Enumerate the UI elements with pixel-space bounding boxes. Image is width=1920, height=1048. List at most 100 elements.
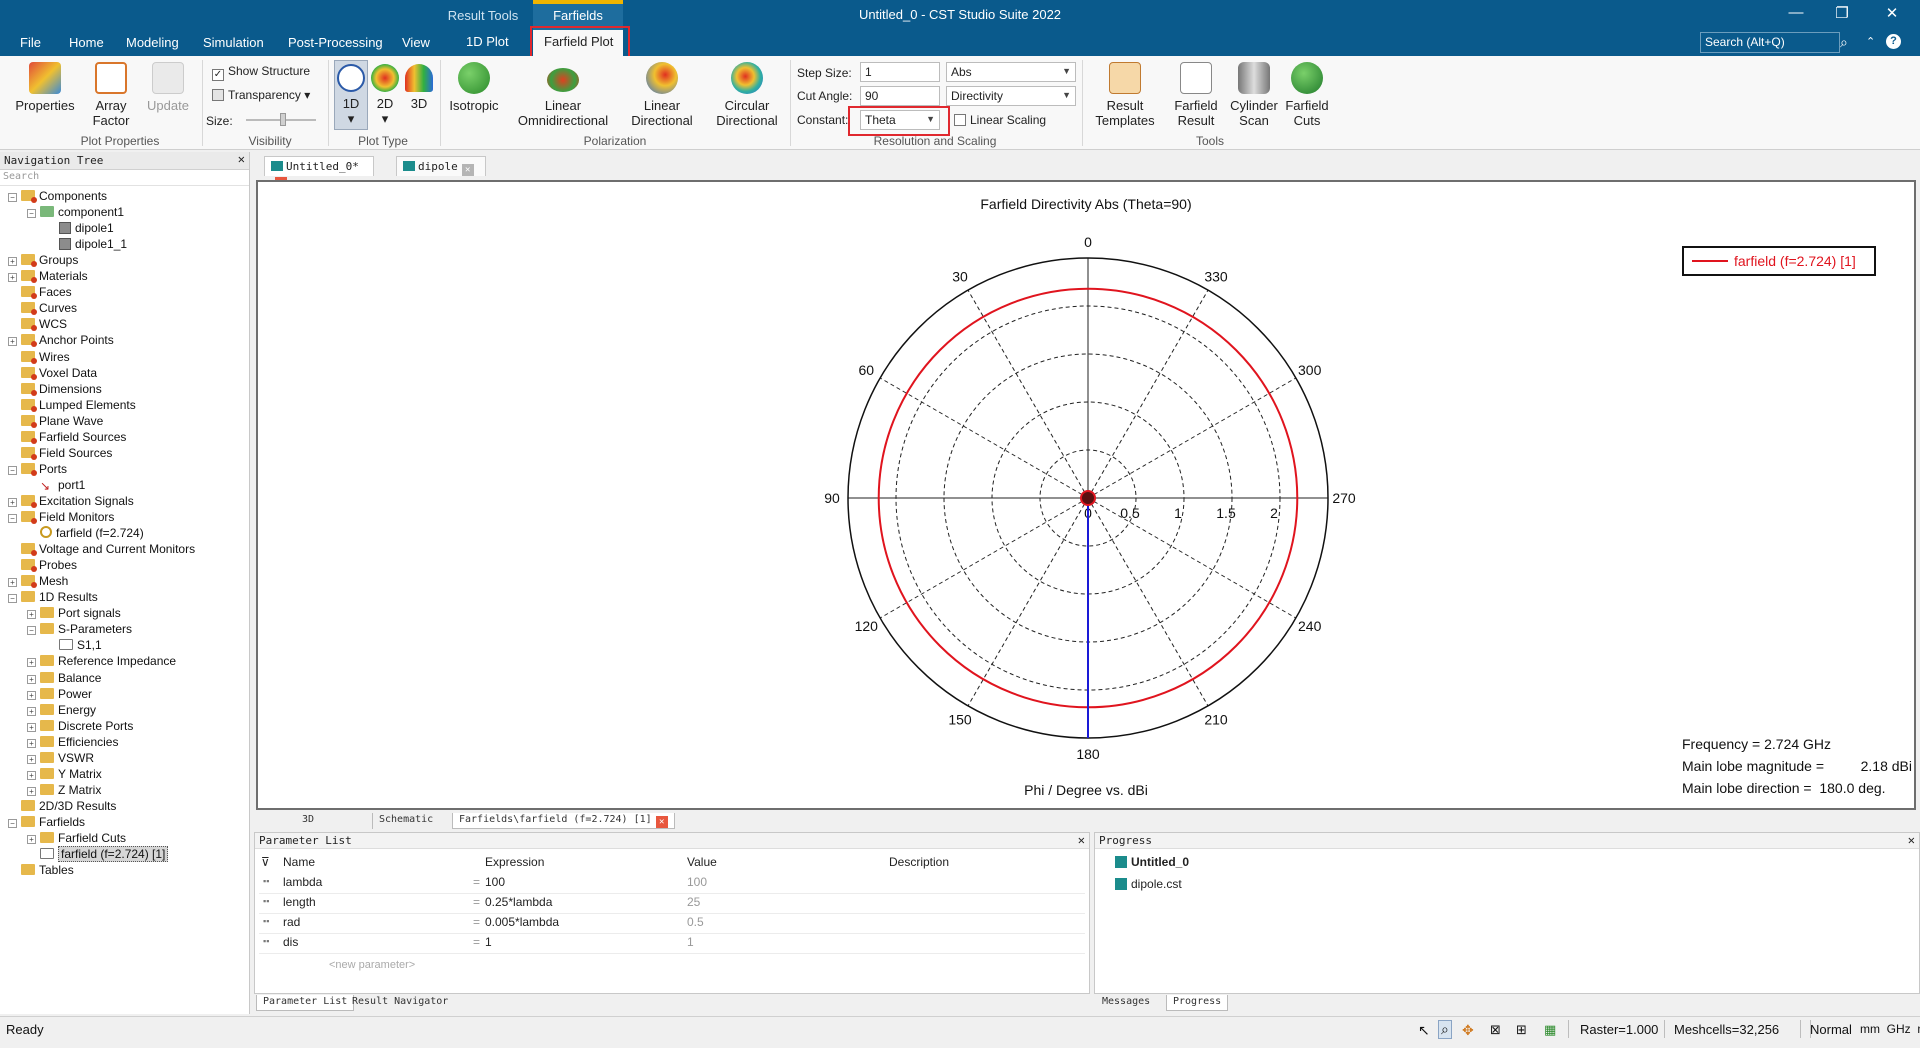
linear-scaling-checkbox[interactable]: Linear Scaling [954,113,1046,127]
tree-item[interactable]: − Field Monitors [8,509,114,525]
tree-item[interactable]: + Balance [27,670,101,686]
param-name[interactable]: rad [283,915,300,929]
plot-type-2d-button[interactable]: 2D ▾ [368,64,402,126]
tree-item[interactable]: − Ports [8,461,67,477]
collapse-icon[interactable]: − [8,465,17,475]
expand-icon[interactable]: + [27,786,36,796]
tree-item[interactable]: ↘ port1 [27,477,85,493]
collapse-icon[interactable]: − [8,594,17,604]
col-description[interactable]: Description [889,855,949,869]
tab-messages[interactable]: Messages [1096,995,1156,1011]
tree-item[interactable]: Field Sources [8,445,112,461]
step-size-input[interactable]: 1 [860,62,940,82]
expand-icon[interactable]: + [27,722,36,732]
tree-item[interactable]: − component1 [27,204,124,220]
new-parameter-row[interactable]: <new parameter> [329,959,415,971]
tree-item[interactable]: Tables [8,862,74,878]
farfield-polar-plot[interactable]: Farfield Directivity Abs (Theta=90) 0 330… [256,180,1916,810]
doc-tab-dipole[interactable]: dipole ✕ [396,156,486,176]
linear-directional-button[interactable]: Linear Directional [624,62,700,128]
param-name[interactable]: dis [283,935,298,949]
view-tab-farfields[interactable]: Farfields\farfield (f=2.724) [1] ✕ [452,813,675,829]
tree-item[interactable]: + Efficiencies [27,734,118,750]
tree-item[interactable]: − Farfields [8,814,85,830]
view-tab-3d[interactable]: 3D [296,813,320,829]
size-slider-handle[interactable] [280,113,286,126]
tree-item[interactable]: + Reference Impedance [27,653,176,669]
tree-item[interactable]: WCS [8,316,67,332]
collapse-icon[interactable]: − [27,626,36,636]
menu-post-processing[interactable]: Post-Processing [288,35,383,50]
col-expression[interactable]: Expression [485,855,544,869]
pan-icon[interactable]: ✥ [1462,1022,1474,1039]
nav-search-input[interactable]: Search [0,170,249,186]
tree-item[interactable]: + Excitation Signals [8,493,134,509]
collapse-icon[interactable]: − [8,514,17,523]
tree-item[interactable]: + Groups [8,252,78,268]
param-name[interactable]: length [283,895,316,909]
tree-item[interactable]: − 1D Results [8,589,98,605]
tree-item[interactable]: + Port signals [27,605,121,621]
fit-icon[interactable]: ⊠ [1490,1022,1501,1038]
search-input[interactable]: Search (Alt+Q) [1700,32,1840,53]
tree-item[interactable]: + Power [27,686,92,702]
tree-item[interactable]: Faces [8,284,72,300]
close-tab-icon[interactable]: ✕ [655,816,668,828]
expand-icon[interactable]: + [8,578,17,588]
maximize-button[interactable]: ❐ [1822,4,1862,26]
tree-item[interactable]: + Energy [27,702,96,718]
expand-icon[interactable]: + [27,674,36,684]
tree-item[interactable]: − S-Parameters [27,621,132,637]
expand-icon[interactable]: + [27,770,36,780]
cylinder-scan-button[interactable]: Cylinder Scan [1226,62,1282,128]
tree-item[interactable]: Plane Wave [8,413,103,429]
tree-item[interactable]: Voxel Data [8,365,97,381]
tree-item[interactable]: farfield (f=2.724) [1] [27,846,169,863]
collapse-icon[interactable]: − [8,193,17,202]
tree-item[interactable]: Wires [8,349,70,365]
tree-item[interactable]: dipole1_1 [46,236,127,252]
abs-dropdown[interactable]: Abs ▼ [946,62,1076,82]
properties-button[interactable]: Properties [12,62,78,113]
close-panel-icon[interactable]: ✕ [1908,833,1915,847]
tree-item[interactable]: Lumped Elements [8,397,136,413]
expand-icon[interactable]: + [8,337,17,347]
param-value[interactable]: 100 [687,875,707,889]
menu-modeling[interactable]: Modeling [126,35,179,50]
show-structure-checkbox[interactable]: ✓ Show Structure [212,64,310,81]
menu-view[interactable]: View [402,35,430,50]
plot-type-1d-button[interactable]: 1D ▾ [334,64,368,126]
expand-icon[interactable]: + [27,610,36,620]
array-factor-button[interactable]: Array Factor [88,62,134,128]
linear-omnidirectional-button[interactable]: Linear Omnidirectional [512,62,614,128]
collapse-icon[interactable]: − [8,818,17,828]
menu-home[interactable]: Home [69,35,104,50]
doc-tab-untitled[interactable]: Untitled_0*✕ [264,156,374,189]
expand-icon[interactable]: + [8,257,17,267]
tree-item[interactable]: dipole1 [46,220,114,236]
tree-item[interactable]: + Mesh [8,573,68,589]
param-expression[interactable]: 0.005*lambda [485,915,559,929]
tree-item[interactable]: farfield (f=2.724) [27,525,144,541]
tree-item[interactable]: Farfield Sources [8,429,126,445]
tree-item[interactable]: S1,1 [46,637,102,653]
tree-item[interactable]: + Z Matrix [27,782,101,798]
close-nav-icon[interactable]: ✕ [238,152,245,166]
tree-item[interactable]: 2D/3D Results [8,798,116,814]
circular-directional-button[interactable]: Circular Directional [710,62,784,128]
param-value[interactable]: 0.5 [687,915,704,929]
mesh-icon[interactable]: ▦ [1544,1022,1556,1038]
expand-icon[interactable]: + [27,706,36,716]
filter-icon[interactable]: ⊽ [261,855,270,869]
cut-angle-input[interactable]: 90 [860,86,940,106]
cursor-icon[interactable]: ↖ [1418,1022,1430,1039]
param-name[interactable]: lambda [283,875,322,889]
tree-item[interactable]: − Components [8,188,107,204]
tab-progress[interactable]: Progress [1166,995,1229,1011]
tree-item[interactable]: + Farfield Cuts [27,830,126,846]
param-expression[interactable]: 100 [485,875,505,889]
tree-item[interactable]: + Materials [8,268,88,284]
expand-icon[interactable]: + [8,273,17,283]
tab-parameter-list[interactable]: Parameter List [256,995,355,1011]
tree-item[interactable]: Voltage and Current Monitors [8,541,195,557]
